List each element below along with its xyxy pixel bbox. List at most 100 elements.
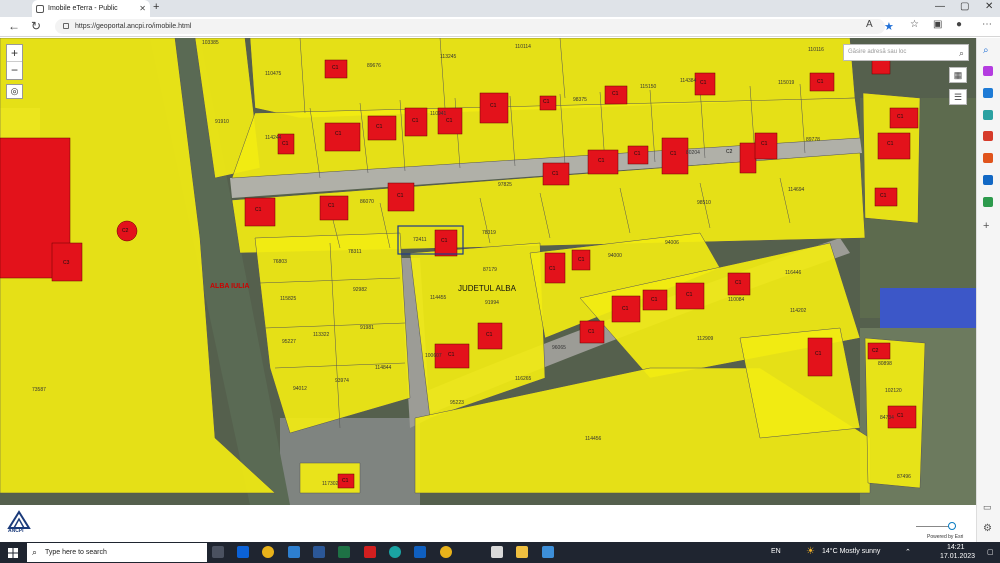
locate-icon[interactable]: ◎ — [6, 84, 23, 99]
clock-time[interactable]: 14:21 — [947, 544, 965, 551]
building-label: C1 — [335, 131, 342, 137]
map-footer — [0, 505, 976, 542]
building-label: C1 — [634, 151, 641, 157]
word-icon[interactable] — [313, 546, 325, 558]
minimize-button[interactable]: — — [935, 1, 945, 12]
parcel-label: 93974 — [335, 378, 349, 384]
collections-icon[interactable]: ▣ — [933, 19, 942, 30]
building-label: C2 — [122, 228, 129, 234]
outlook-icon[interactable] — [414, 546, 426, 558]
building-label: C1 — [328, 203, 335, 209]
parcel-label: 86070 — [360, 199, 374, 205]
building-label: C1 — [397, 193, 404, 199]
new-tab-button[interactable]: + — [153, 1, 159, 13]
building-label: C2 — [872, 348, 879, 354]
window-close-button[interactable]: ✕ — [985, 1, 993, 12]
acrobat-icon[interactable] — [364, 546, 376, 558]
app-icon[interactable] — [288, 546, 300, 558]
parcel-label: 115825 — [280, 296, 297, 302]
building-label: C1 — [735, 280, 742, 286]
sidebar-outlook-icon[interactable] — [983, 175, 993, 185]
taskbar-search-icon: ⌕ — [32, 547, 38, 557]
layer-list-icon[interactable]: ☰ — [949, 89, 967, 105]
excel-icon[interactable] — [338, 546, 350, 558]
taskbar-search-box[interactable]: ⌕ Type here to search — [27, 543, 207, 562]
parcel-label: 96065 — [552, 345, 566, 351]
read-aloud-icon[interactable]: A — [866, 19, 873, 30]
task-view-icon[interactable] — [212, 546, 224, 558]
sidebar-discover-icon[interactable] — [983, 66, 993, 76]
back-arrow-icon[interactable]: ← — [8, 19, 20, 33]
address-search-input[interactable]: Găsire adresă sau loc ⌕ — [843, 44, 969, 61]
building-label: C1 — [543, 99, 550, 105]
parcel-label: 72411 — [413, 237, 427, 243]
tab-close-icon[interactable]: ✕ — [139, 4, 146, 13]
parcel-label: 89676 — [367, 63, 381, 69]
notifications-icon[interactable]: ▢ — [987, 548, 994, 556]
zoom-out-button[interactable]: − — [7, 62, 22, 79]
county-label: JUDETUL ALBA — [458, 284, 516, 293]
parcel-label: 89778 — [806, 137, 820, 143]
sidebar-tools-icon[interactable] — [983, 88, 993, 98]
parcel-label: 94006 — [665, 240, 679, 246]
building-label: C1 — [612, 91, 619, 97]
sidebar-office-icon[interactable] — [983, 153, 993, 163]
favorites-icon[interactable]: ☆ — [910, 19, 919, 30]
parcel-label: 78319 — [482, 230, 496, 236]
maximize-button[interactable]: ▢ — [960, 1, 969, 12]
browser-tab-strip: Imobile eTerra - Public ✕ + — ▢ ✕ — [0, 0, 1000, 17]
file-explorer-icon[interactable] — [491, 546, 503, 558]
building-label: C1 — [588, 329, 595, 335]
browser-tab[interactable]: Imobile eTerra - Public ✕ — [32, 0, 150, 17]
parcel-label: 102120 — [885, 388, 902, 394]
more-menu-icon[interactable]: ⋯ — [982, 19, 992, 30]
sidebar-drop-icon[interactable] — [983, 197, 993, 207]
address-bar[interactable]: https://geoportal.ancpi.ro/imobile.html — [55, 19, 885, 34]
edge-icon[interactable] — [389, 546, 401, 558]
sidebar-toggle-icon[interactable]: ▭ — [983, 502, 993, 512]
dropbox-icon[interactable] — [237, 546, 249, 558]
building-label: C1 — [651, 297, 658, 303]
chrome-profile-icon[interactable] — [440, 546, 452, 558]
parcel-label: 116446 — [785, 270, 802, 276]
tab-title: Imobile eTerra - Public — [48, 5, 118, 12]
zoom-in-button[interactable]: + — [7, 45, 22, 62]
parcel-label: 117302 — [322, 481, 339, 487]
weather-sun-icon: ☀ — [806, 546, 815, 557]
parcel-label: 73587 — [32, 387, 46, 393]
browser-toolbar: ← ↻ https://geoportal.ancpi.ro/imobile.h… — [0, 17, 1000, 37]
weather-text[interactable]: 14°C Mostly sunny — [822, 548, 880, 555]
favorite-star-icon[interactable]: ★ — [884, 20, 894, 33]
parcel-label: 103385 — [202, 40, 219, 46]
sidebar-shopping-icon[interactable] — [983, 110, 993, 120]
photos-icon[interactable] — [542, 546, 554, 558]
parcel-label: 113322 — [313, 332, 330, 338]
parcel-label: 110941 — [430, 111, 447, 117]
parcel-label: 98510 — [697, 200, 711, 206]
language-indicator[interactable]: EN — [771, 548, 781, 555]
basemap-gallery-icon[interactable]: ▦ — [949, 67, 967, 83]
parcel-label: 114694 — [788, 187, 805, 193]
tray-overflow-icon[interactable]: ⌃ — [905, 548, 911, 556]
building-label: C1 — [670, 151, 677, 157]
parcel-label: 114202 — [790, 308, 807, 314]
building-label: C1 — [486, 332, 493, 338]
parcel-label: 94012 — [293, 386, 307, 392]
chrome-icon[interactable] — [262, 546, 274, 558]
folder-icon[interactable] — [516, 546, 528, 558]
sidebar-search-icon[interactable]: ⌕ — [983, 45, 993, 56]
clock-date[interactable]: 17.01.2023 — [940, 553, 975, 560]
windows-start-icon[interactable] — [8, 548, 18, 558]
zoom-slider-handle[interactable] — [948, 522, 956, 530]
sidebar-games-icon[interactable] — [983, 131, 993, 141]
sidebar-settings-gear-icon[interactable]: ⚙ — [983, 523, 993, 534]
map-viewport[interactable]: 103385 110114 110116 110475 89676 113245… — [0, 38, 976, 505]
building-label: C1 — [815, 351, 822, 357]
refresh-icon[interactable]: ↻ — [31, 19, 41, 33]
profile-avatar[interactable]: ● — [956, 19, 962, 30]
building-label: C1 — [622, 306, 629, 312]
parcel-label: 115150 — [640, 84, 657, 90]
parcel-label: 78311 — [348, 249, 362, 255]
search-icon[interactable]: ⌕ — [959, 46, 964, 61]
sidebar-add-icon[interactable]: + — [983, 220, 993, 232]
